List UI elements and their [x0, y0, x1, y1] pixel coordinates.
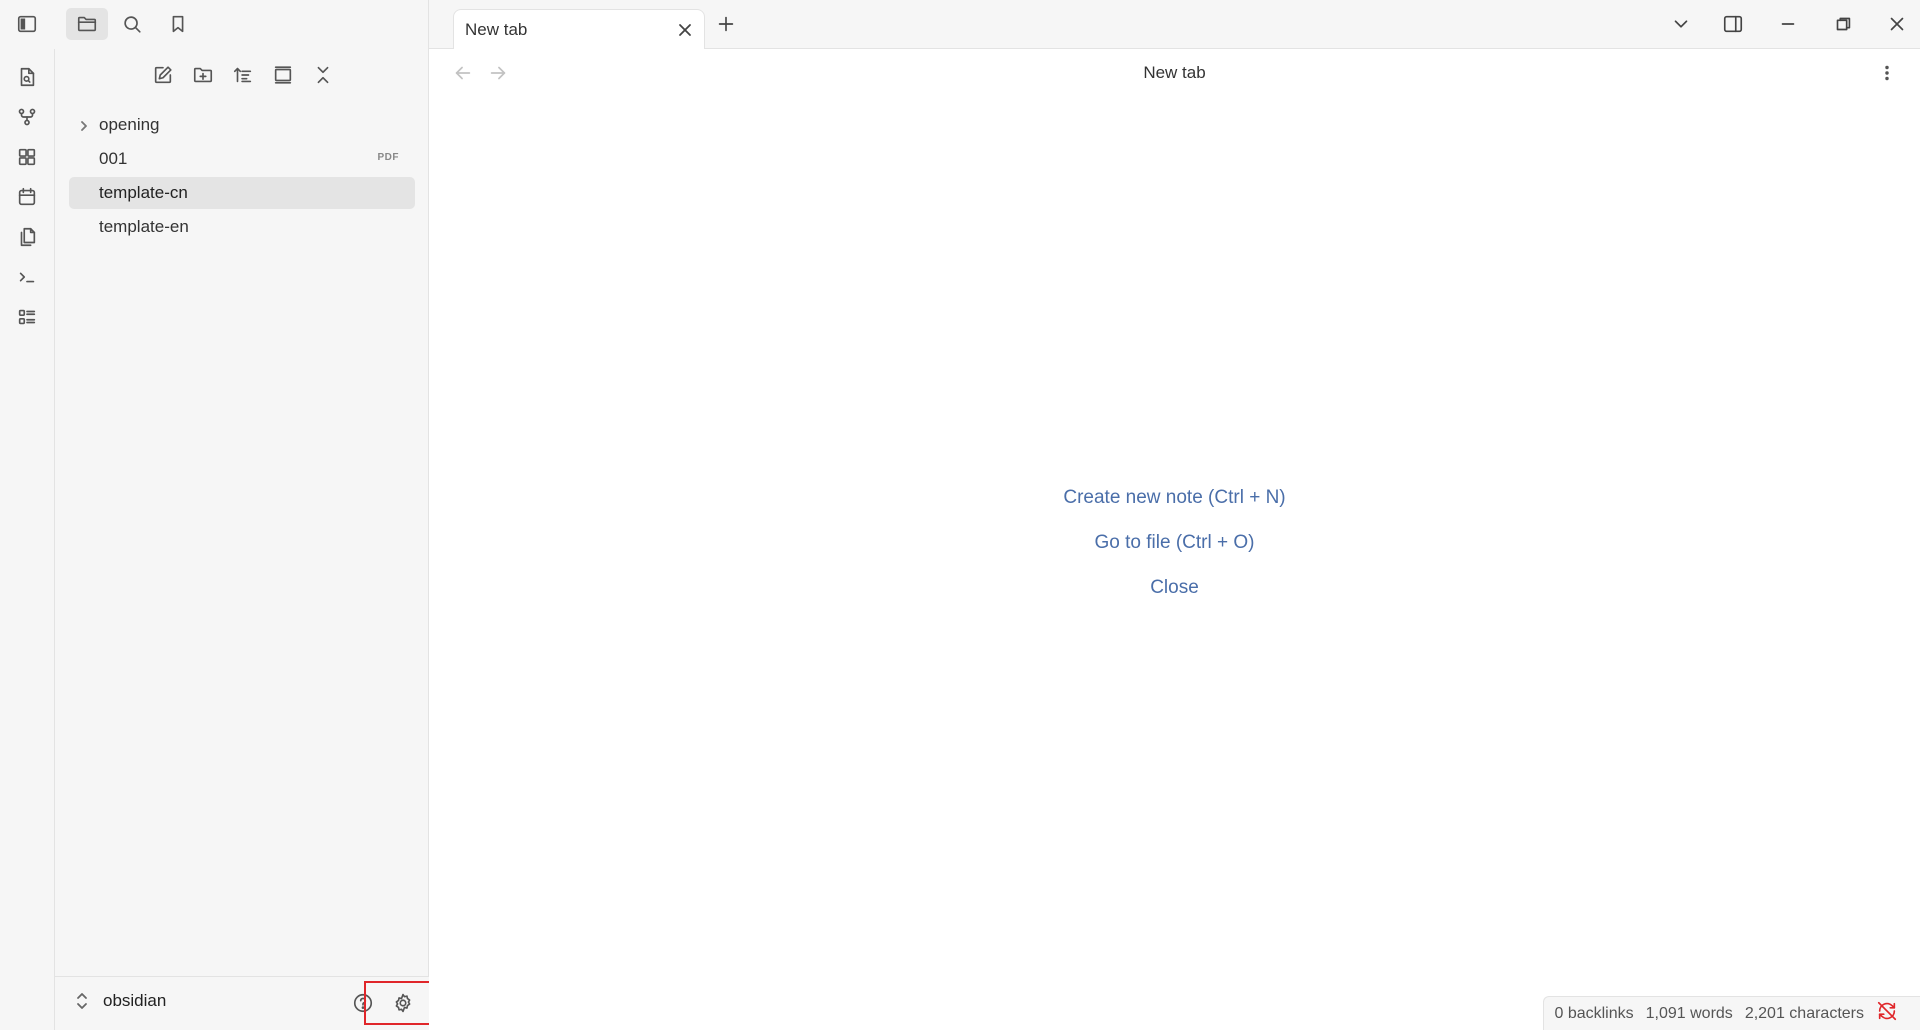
tree-file-template-cn[interactable]: template-cn [69, 177, 415, 209]
collapse-all-icon[interactable] [305, 59, 341, 91]
list-icon[interactable] [9, 300, 45, 334]
view-title: New tab [1143, 63, 1206, 82]
vault-name: obsidian [103, 991, 167, 1010]
minimize-icon[interactable] [1770, 8, 1806, 40]
word-count: 1,091 words [1645, 1004, 1733, 1022]
tree-file-template-en[interactable]: template-en [69, 211, 415, 243]
more-options-icon[interactable] [1869, 57, 1905, 89]
chevron-right-icon[interactable] [77, 118, 91, 132]
git-fork-icon[interactable] [9, 100, 45, 134]
tree-file-001[interactable]: 001 PDF [69, 143, 415, 175]
toggle-right-sidebar-icon[interactable] [1715, 8, 1751, 40]
close-link[interactable]: Close [429, 577, 1920, 622]
view-header: New tab [429, 49, 1920, 97]
files-icon[interactable] [9, 220, 45, 254]
tree-item-label: template-en [99, 217, 189, 236]
chevrons-up-down-icon [77, 993, 87, 1009]
sync-off-icon[interactable] [1876, 1000, 1898, 1027]
tree-folder-opening[interactable]: opening [69, 109, 415, 141]
tree-item-label: opening [99, 115, 160, 134]
terminal-icon[interactable] [9, 260, 45, 294]
close-icon[interactable] [674, 19, 696, 41]
tree-item-label: 001 [99, 149, 128, 168]
left-sidebar-header [0, 0, 429, 49]
restore-window-icon[interactable] [1825, 8, 1861, 40]
go-to-file-link[interactable]: Go to file (Ctrl + O) [429, 532, 1920, 577]
tab-title: New tab [465, 20, 528, 39]
file-search-icon[interactable] [9, 60, 45, 94]
backlinks-count[interactable]: 0 backlinks [1554, 1005, 1633, 1023]
window-close-icon[interactable] [1879, 8, 1915, 40]
vault-profile-bar: obsidian [55, 976, 442, 1030]
vault-switcher[interactable]: obsidian [75, 991, 166, 1011]
tree-item-label: template-cn [99, 183, 188, 202]
workspace-main: New tab Create new note (Ctrl + N) Go to… [429, 49, 1920, 1030]
character-count: 2,201 characters [1744, 1004, 1864, 1022]
file-explorer: opening 001 PDF template-cn template-en … [55, 49, 442, 1030]
new-tab-plus-icon[interactable] [708, 8, 744, 40]
search-icon[interactable] [114, 8, 150, 40]
sort-icon[interactable] [225, 59, 261, 91]
create-new-note-link[interactable]: Create new note (Ctrl + N) [429, 487, 1920, 532]
bookmark-icon[interactable] [160, 8, 196, 40]
new-folder-icon[interactable] [185, 59, 221, 91]
auto-reveal-icon[interactable] [265, 59, 301, 91]
tab-new-tab[interactable]: New tab [453, 9, 705, 50]
tab-list-chevron-down-icon[interactable] [1663, 8, 1699, 40]
new-note-icon[interactable] [145, 59, 181, 91]
toggle-left-sidebar-icon[interactable] [9, 8, 45, 40]
calendar-icon[interactable] [9, 180, 45, 214]
layout-dashboard-icon[interactable] [9, 140, 45, 174]
ribbon [0, 49, 55, 1030]
file-tree: opening 001 PDF template-cn template-en [69, 109, 415, 245]
obsidian-window: opening 001 PDF template-cn template-en … [0, 0, 1920, 1030]
empty-state-actions: Create new note (Ctrl + N) Go to file (C… [429, 487, 1920, 622]
file-type-badge: PDF [377, 152, 399, 163]
tab-bar: New tab [429, 0, 1920, 50]
status-bar: 0 backlinks 1,091 words 2,201 characters [1543, 996, 1920, 1030]
files-tab-folder-icon[interactable] [66, 8, 108, 40]
